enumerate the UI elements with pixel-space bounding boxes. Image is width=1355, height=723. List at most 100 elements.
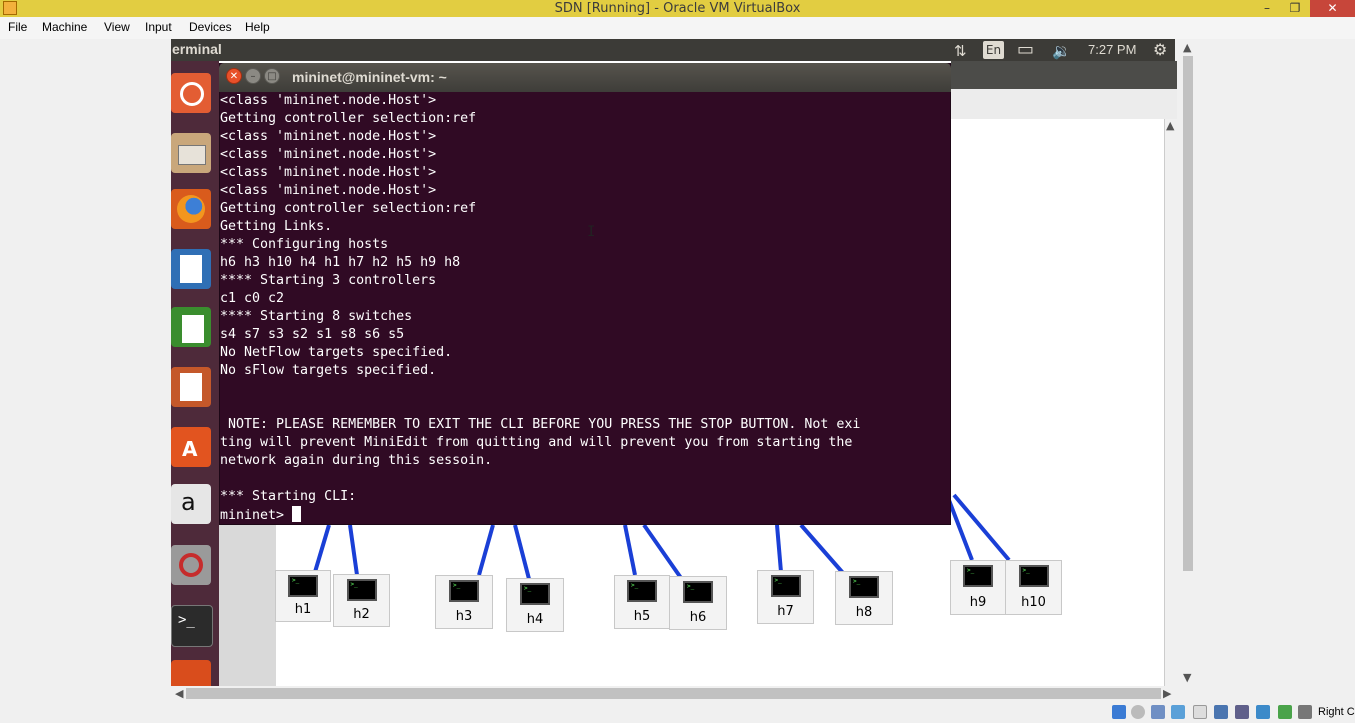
host-terminal-icon: [288, 575, 318, 597]
clock[interactable]: 7:27 PM: [1088, 42, 1136, 57]
terminal-close-button[interactable]: ✕: [226, 68, 242, 84]
host-h3[interactable]: h3: [435, 575, 493, 629]
host-h4[interactable]: h4: [506, 578, 564, 632]
terminal-line: <class 'mininet.node.Host'>: [220, 93, 437, 108]
terminal-line: <class 'mininet.node.Host'>: [220, 183, 437, 198]
host-terminal-icon: [849, 576, 879, 598]
video-capture-icon[interactable]: [1235, 705, 1249, 719]
terminal-line: Getting controller selection:ref: [220, 201, 477, 216]
shared-folders-icon[interactable]: [1193, 705, 1207, 719]
terminal-line: h6 h3 h10 h4 h1 h7 h2 h5 h9 h8: [220, 255, 461, 270]
link-h2: [348, 524, 359, 576]
menu-devices[interactable]: Devices: [189, 20, 232, 34]
active-app-title: erminal: [172, 41, 222, 57]
amazon-icon[interactable]: a: [171, 484, 211, 524]
terminal-line: ting will prevent MiniEdit from quitting…: [220, 435, 853, 450]
terminal-line: *** Starting CLI:: [220, 489, 357, 504]
terminal-prompt: mininet>: [220, 508, 293, 523]
firefox-icon[interactable]: [171, 189, 211, 229]
host-h8[interactable]: h8: [835, 571, 893, 625]
terminal-minimize-button[interactable]: –: [245, 68, 261, 84]
host-terminal-icon: [627, 580, 657, 602]
terminal-line: No sFlow targets specified.: [220, 363, 437, 378]
vm-margin-right: [1195, 39, 1355, 686]
terminal-line: <class 'mininet.node.Host'>: [220, 165, 437, 180]
terminal-title: mininet@mininet-vm: ~: [292, 69, 447, 85]
software-center-icon[interactable]: A: [171, 427, 211, 467]
host-terminal-icon: [770, 575, 801, 597]
scroll-down-icon[interactable]: ▼: [1183, 671, 1191, 684]
usb-icon[interactable]: [1171, 705, 1185, 719]
close-button[interactable]: ✕: [1310, 0, 1355, 17]
ibeam-cursor-icon: I: [587, 224, 596, 240]
launcher-app-icon[interactable]: [171, 660, 211, 686]
scroll-up-icon[interactable]: ▲: [1183, 41, 1191, 54]
calc-icon[interactable]: [171, 307, 211, 347]
writer-icon[interactable]: [171, 249, 211, 289]
miniedit-titlebar: [951, 61, 1177, 89]
vm-margin-left: [0, 39, 171, 686]
link-h4: [513, 524, 531, 580]
host-terminal-icon: [963, 565, 993, 587]
terminal-output[interactable]: <class 'mininet.node.Host'> Getting cont…: [220, 92, 948, 524]
host-h9[interactable]: h9: [950, 560, 1006, 615]
scroll-up-icon[interactable]: ▲: [1166, 119, 1174, 132]
scroll-left-icon[interactable]: ◀: [175, 687, 183, 700]
hard-disk-icon[interactable]: [1112, 705, 1126, 719]
files-icon[interactable]: [171, 133, 211, 173]
terminal-icon[interactable]: >_: [171, 605, 213, 647]
terminal-prompt-line[interactable]: mininet>: [220, 506, 948, 524]
host-terminal-icon: [346, 579, 377, 601]
network-adapter-icon[interactable]: [1151, 705, 1165, 719]
window-title: SDN [Running] - Oracle VM VirtualBox: [554, 1, 801, 16]
maximize-button[interactable]: ❐: [1281, 0, 1309, 17]
terminal-line: c1 c0 c2: [220, 291, 285, 306]
terminal-line: NOTE: PLEASE REMEMBER TO EXIT THE CLI BE…: [220, 417, 861, 432]
host-terminal-icon: [449, 580, 479, 602]
terminal-line: Getting Links.: [220, 219, 333, 234]
link-h5: [623, 524, 637, 576]
host-terminal-icon: [683, 581, 713, 603]
scroll-right-icon[interactable]: ▶: [1163, 687, 1171, 700]
menu-file[interactable]: File: [8, 20, 27, 34]
cpu-icon[interactable]: [1256, 705, 1270, 719]
host-h2[interactable]: h2: [333, 574, 390, 627]
link-h10: [952, 493, 1011, 562]
network-icon[interactable]: ⇅: [954, 42, 967, 60]
host-h5[interactable]: h5: [614, 575, 670, 629]
vm-vertical-scroll-thumb[interactable]: [1183, 56, 1193, 571]
keyboard-capture-icon[interactable]: [1298, 705, 1312, 719]
battery-icon[interactable]: ▭: [1017, 39, 1034, 60]
link-h8: [799, 523, 845, 575]
optical-drive-icon[interactable]: [1131, 705, 1145, 719]
system-settings-icon[interactable]: [171, 545, 211, 585]
host-h10[interactable]: h10: [1005, 560, 1062, 615]
host-terminal-icon: [520, 583, 550, 605]
volume-icon[interactable]: 🔉: [1052, 42, 1071, 60]
link-h3: [477, 524, 495, 576]
impress-icon[interactable]: [171, 367, 211, 407]
mouse-integration-icon[interactable]: [1278, 705, 1292, 719]
menu-bar: File Machine View Input Devices Help: [0, 17, 1355, 39]
menu-view[interactable]: View: [104, 20, 130, 34]
gear-icon[interactable]: ⚙: [1153, 40, 1167, 59]
terminal-line: **** Starting 8 switches: [220, 309, 413, 324]
terminal-maximize-button[interactable]: □: [264, 68, 280, 84]
ubuntu-dash-icon[interactable]: [171, 73, 211, 113]
menu-machine[interactable]: Machine: [42, 20, 87, 34]
miniedit-toolbar: [951, 89, 1177, 120]
host-h7[interactable]: h7: [757, 570, 814, 624]
text-cursor: [292, 506, 302, 522]
display-icon[interactable]: [1214, 705, 1228, 719]
minimize-button[interactable]: –: [1253, 0, 1281, 17]
vm-horizontal-scroll-thumb[interactable]: [186, 688, 1161, 699]
keyboard-language-indicator[interactable]: En: [983, 41, 1004, 59]
menu-help[interactable]: Help: [245, 20, 270, 34]
host-h6[interactable]: h6: [669, 576, 727, 630]
link-h7: [775, 524, 783, 573]
host-h1[interactable]: h1: [275, 570, 331, 622]
menu-input[interactable]: Input: [145, 20, 172, 34]
